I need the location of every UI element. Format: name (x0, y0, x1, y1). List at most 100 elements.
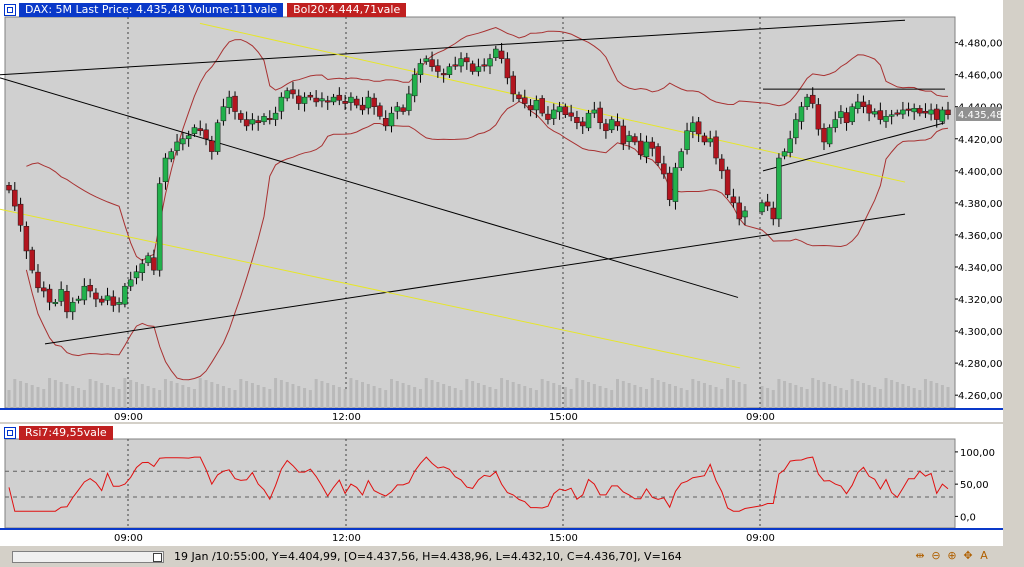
volume-bar (833, 386, 837, 408)
scrollbar-thumb[interactable] (153, 553, 162, 562)
volume-bar (581, 380, 585, 408)
rsi-chart-pane[interactable]: 0,0 50,00 100,00 09:00 12:00 15:00 09:00 Rsi7:… (0, 424, 1003, 546)
candle-body (75, 298, 82, 301)
volume-bar (349, 378, 353, 408)
candle-body (52, 301, 59, 304)
candle-body (776, 157, 782, 220)
volume-bar (702, 383, 706, 408)
volume-bar (442, 384, 446, 408)
candle-body (353, 98, 360, 106)
candle-body (826, 127, 833, 145)
volume-bar (42, 389, 46, 408)
volume-bar (856, 381, 860, 408)
candle-body (423, 58, 430, 62)
volume-bar (181, 385, 185, 408)
candle-body (556, 106, 563, 113)
last-price-label: 4.435,48 (958, 110, 1003, 121)
candle-body (759, 202, 765, 213)
candle-body (29, 249, 35, 271)
volume-bar (878, 389, 882, 408)
candle-body (365, 96, 372, 109)
volume-bar (850, 379, 854, 408)
candle-body (661, 163, 667, 175)
zoom-in-icon[interactable]: ⊕ (946, 549, 958, 563)
horizontal-scrollbar[interactable] (12, 551, 164, 563)
candle-body (388, 112, 395, 127)
volume-bar (644, 389, 648, 408)
candle (539, 95, 545, 117)
candle-body (272, 112, 279, 120)
volume-bar (760, 386, 764, 408)
rsi-y-tick-label: 50,00 (960, 480, 989, 491)
volume-bar (413, 387, 417, 408)
pane-menu-icon[interactable] (4, 4, 16, 16)
volume-bar (771, 390, 775, 408)
volume-bar (459, 390, 463, 408)
volume-bar (308, 390, 312, 408)
candle-body (296, 95, 302, 104)
candle-body (238, 113, 244, 120)
candle-body (877, 110, 884, 120)
volume-bar (82, 390, 86, 408)
volume-bar (152, 388, 156, 408)
volume-bar (867, 385, 871, 408)
candle-body (336, 94, 343, 101)
candle-body (440, 73, 447, 76)
volume-bar (616, 379, 620, 408)
candle-body (690, 122, 696, 132)
volume-bar (407, 385, 411, 408)
candle-body (945, 109, 951, 115)
price-chart[interactable]: 4.260,00 4.280,00 4.300,00 4.320,00 4.340,00… (0, 0, 1003, 423)
volume-bar (546, 381, 550, 408)
candle-body (643, 141, 650, 157)
volume-bar (604, 388, 608, 408)
candle-body (678, 151, 685, 168)
candle-body (180, 138, 186, 145)
zoom-fit-icon[interactable]: ⇹ (914, 549, 926, 563)
candle-body (406, 93, 412, 111)
candle-body (730, 196, 737, 204)
rsi-chart[interactable]: 0,0 50,00 100,00 09:00 12:00 15:00 09:00 (0, 424, 1003, 546)
candle-body (342, 101, 348, 104)
candle-body (894, 112, 901, 115)
candle-body (139, 263, 146, 274)
candle-body (191, 127, 198, 134)
pane-menu-icon[interactable] (4, 427, 16, 439)
volume-bar (221, 386, 225, 408)
volume-bar (343, 389, 347, 408)
volume-bar (743, 384, 747, 408)
volume-bar (592, 384, 596, 408)
candle-body (12, 189, 18, 207)
volume-bar (587, 382, 591, 408)
candle-body (469, 63, 476, 72)
volume-bar (53, 380, 57, 408)
volume-bar (861, 383, 865, 408)
pan-icon[interactable]: ✥ (962, 549, 974, 563)
candle-body (539, 98, 545, 114)
candle-body (81, 285, 88, 301)
candle-body (243, 119, 250, 127)
candle (655, 143, 661, 167)
candle-body (781, 151, 788, 157)
volume-bar (679, 388, 683, 408)
volume-bar (401, 383, 405, 408)
candle-body (324, 100, 331, 103)
volume-bar (697, 381, 701, 408)
candle-body (597, 107, 603, 124)
candle-body (104, 295, 111, 301)
volume-bar (239, 379, 243, 408)
candle-body (843, 112, 850, 124)
volume-bar (946, 387, 950, 408)
volume-bar (111, 387, 115, 408)
auto-scale-icon[interactable]: A (978, 549, 990, 563)
candle-body (672, 167, 679, 202)
rsi-plot-area (4, 438, 956, 529)
volume-bar (783, 381, 787, 408)
price-chart-pane[interactable]: 4.260,00 4.280,00 4.300,00 4.320,00 4.340,00… (0, 0, 1003, 423)
volume-bar (134, 382, 138, 408)
volume-bar (140, 384, 144, 408)
zoom-out-icon[interactable]: ⊖ (930, 549, 942, 563)
candle-body (793, 119, 799, 139)
volume-bar (633, 385, 637, 408)
volume-bar (540, 379, 544, 408)
